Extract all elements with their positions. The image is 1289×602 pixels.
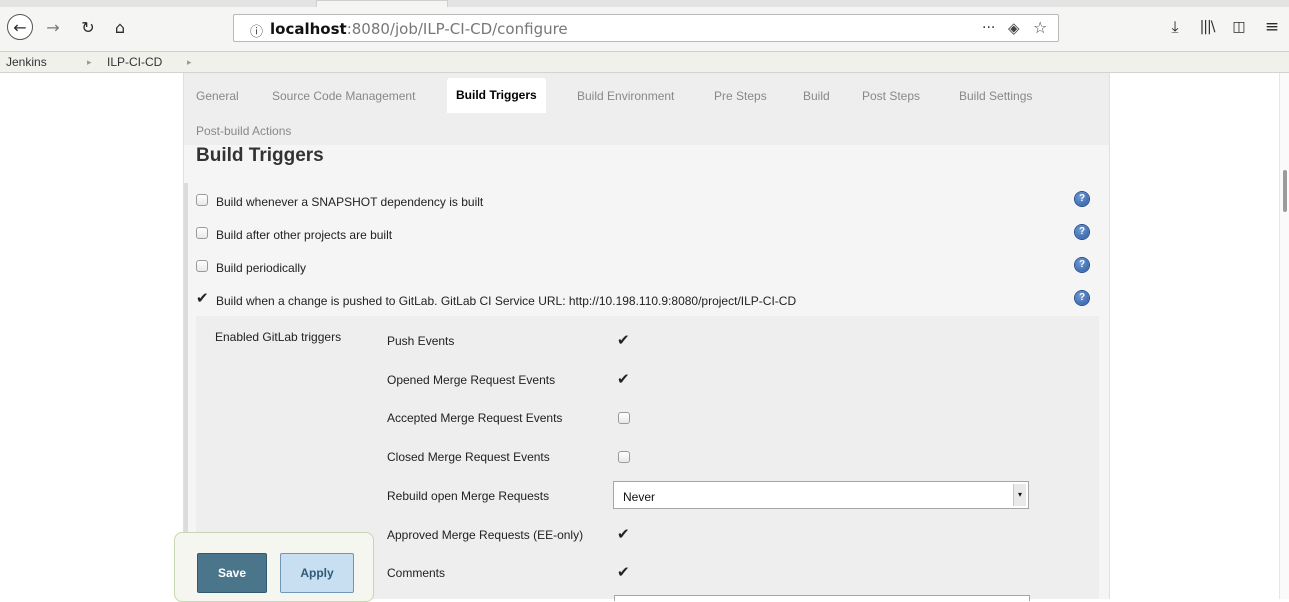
tab-general[interactable]: General [196, 89, 239, 103]
home-icon[interactable]: ⌂ [108, 15, 132, 39]
library-icon[interactable]: |||\ [1195, 15, 1219, 39]
trigger-snapshot-dependency: Build whenever a SNAPSHOT dependency is … [196, 192, 1096, 212]
help-icon[interactable]: ? [1075, 192, 1089, 206]
option-label-push-events: Push Events [387, 334, 455, 348]
active-browser-tab[interactable] [316, 0, 448, 7]
trigger-snapshot-checkbox[interactable] [196, 194, 208, 206]
tab-source-code-management[interactable]: Source Code Management [272, 89, 415, 103]
back-icon[interactable]: ← [7, 14, 33, 40]
tab-build-environment[interactable]: Build Environment [577, 89, 674, 103]
option-label-approved-mr: Approved Merge Requests (EE-only) [387, 528, 584, 542]
breadcrumb: Jenkins ▸ ILP-CI-CD ▸ [0, 52, 1289, 73]
scrollbar-thumb[interactable] [1283, 170, 1287, 212]
help-icon[interactable]: ? [1075, 291, 1089, 305]
trigger-gitlab-push: ✔ Build when a change is pushed to GitLa… [196, 291, 1096, 311]
opened-mr-checkbox[interactable]: ✔ [617, 372, 630, 387]
tab-post-steps[interactable]: Post Steps [862, 89, 920, 103]
accepted-mr-checkbox[interactable] [618, 412, 630, 424]
approved-mr-checkbox[interactable]: ✔ [617, 527, 630, 542]
help-icon[interactable]: ? [1075, 225, 1089, 239]
site-info-icon[interactable]: ⓘ [250, 21, 263, 40]
page-actions-icon[interactable]: ··· [982, 20, 995, 36]
sidebar-icon[interactable]: ◫ [1227, 15, 1251, 39]
bookmark-star-icon[interactable]: ☆ [1033, 18, 1047, 37]
section-title: Build Triggers [196, 145, 324, 166]
tab-post-build-actions[interactable]: Post-build Actions [196, 124, 291, 138]
rebuild-select-value: Never [623, 490, 656, 504]
trigger-after-projects-checkbox[interactable] [196, 227, 208, 239]
option-label-closed-mr: Closed Merge Request Events [387, 450, 550, 464]
tab-strip [0, 0, 1289, 7]
breadcrumb-separator-icon[interactable]: ▸ [187, 57, 192, 68]
rebuild-open-mr-select[interactable]: Never ▾ [613, 481, 1029, 509]
save-button[interactable]: Save [197, 553, 267, 593]
url-bar[interactable]: ⓘ localhost:8080/job/ILP-CI-CD/configure… [233, 14, 1059, 42]
tab-build[interactable]: Build [803, 89, 830, 103]
option-label-comments: Comments [387, 566, 446, 580]
reload-icon[interactable]: ↻ [76, 15, 100, 39]
tab-build-settings[interactable]: Build Settings [959, 89, 1032, 103]
closed-mr-checkbox[interactable] [618, 451, 630, 463]
breadcrumb-jenkins[interactable]: Jenkins [6, 55, 47, 69]
trigger-label: Build after other projects are built [216, 228, 393, 242]
trigger-after-other-projects: Build after other projects are built [196, 225, 1096, 245]
url-path: :8080/job/ILP-CI-CD/configure [346, 20, 568, 38]
pocket-icon[interactable]: ◈ [1008, 19, 1020, 37]
trigger-build-periodically: Build periodically [196, 258, 1096, 278]
config-tabs: General Source Code Management Build Tri… [184, 73, 1109, 145]
trigger-label: Build periodically [216, 261, 307, 275]
forward-icon[interactable]: → [41, 15, 65, 39]
trigger-gitlab-checkbox[interactable]: ✔ [196, 291, 209, 306]
tab-build-triggers[interactable]: Build Triggers [447, 78, 546, 113]
help-icon[interactable]: ? [1075, 258, 1089, 272]
breadcrumb-job[interactable]: ILP-CI-CD [107, 55, 162, 69]
url-host: localhost [270, 20, 347, 38]
breadcrumb-separator-icon[interactable]: ▸ [87, 57, 92, 68]
url-text[interactable]: localhost:8080/job/ILP-CI-CD/configure [270, 20, 568, 38]
download-icon[interactable]: ⤓ [1163, 15, 1187, 39]
trigger-label: Build whenever a SNAPSHOT dependency is … [216, 195, 484, 209]
gitlab-triggers-label: Enabled GitLab triggers [215, 330, 342, 344]
option-label-opened-mr: Opened Merge Request Events [387, 373, 556, 387]
config-form: General Source Code Management Build Tri… [183, 73, 1110, 601]
trigger-label: Build when a change is pushed to GitLab.… [216, 294, 797, 308]
option-label-rebuild-open-mr: Rebuild open Merge Requests [387, 489, 550, 503]
menu-icon[interactable]: ≡ [1260, 15, 1284, 39]
apply-button[interactable]: Apply [280, 553, 354, 593]
option-label-accepted-mr: Accepted Merge Request Events [387, 411, 563, 425]
chevron-down-icon[interactable]: ▾ [1013, 484, 1026, 506]
comment-regex-input[interactable] [614, 595, 1030, 601]
comments-checkbox[interactable]: ✔ [617, 565, 630, 580]
tab-pre-steps[interactable]: Pre Steps [714, 89, 767, 103]
page-scrollbar[interactable] [1279, 73, 1289, 599]
push-events-checkbox[interactable]: ✔ [617, 333, 630, 348]
trigger-periodically-checkbox[interactable] [196, 260, 208, 272]
browser-toolbar: ← → ↻ ⌂ ⓘ localhost:8080/job/ILP-CI-CD/c… [0, 0, 1289, 52]
